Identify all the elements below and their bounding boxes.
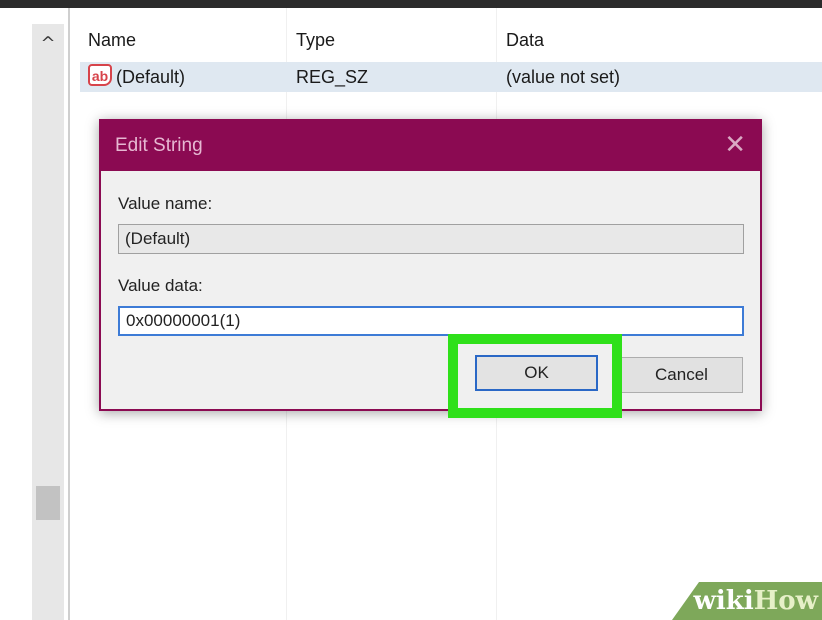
tree-pane: ^ bbox=[0, 8, 72, 620]
scroll-thumb[interactable] bbox=[36, 486, 60, 520]
tree-scrollbar[interactable]: ^ bbox=[32, 24, 64, 620]
dialog-title: Edit String bbox=[115, 135, 203, 156]
watermark-wiki: wiki bbox=[693, 586, 754, 616]
string-value-icon: ab bbox=[88, 64, 112, 86]
cancel-button[interactable]: Cancel bbox=[620, 357, 743, 393]
row-data: (value not set) bbox=[506, 67, 621, 87]
value-data-input[interactable]: 0x00000001(1) bbox=[118, 306, 744, 336]
row-name: (Default) bbox=[116, 67, 186, 87]
pane-divider[interactable] bbox=[68, 8, 70, 620]
close-icon[interactable]: ✕ bbox=[724, 131, 746, 159]
value-name-label: Value name: bbox=[118, 194, 213, 213]
wikihow-watermark: wikiHow bbox=[662, 580, 822, 620]
column-header-data[interactable]: Data bbox=[506, 30, 544, 51]
column-header-name[interactable]: Name bbox=[88, 30, 136, 51]
watermark-how: How bbox=[753, 586, 818, 616]
list-row-default[interactable]: ab (Default) REG_SZ (value not set) bbox=[80, 62, 822, 92]
ok-button-highlight bbox=[448, 334, 622, 418]
dialog-title-bar[interactable]: Edit String ✕ bbox=[101, 121, 760, 171]
value-name-field: (Default) bbox=[118, 224, 744, 254]
watermark-text: wikiHow bbox=[694, 586, 818, 616]
edit-string-dialog: Edit String ✕ Value name: (Default) Valu… bbox=[99, 119, 762, 411]
column-header-type[interactable]: Type bbox=[296, 30, 335, 51]
list-header: Name Type Data bbox=[72, 22, 822, 62]
scroll-up-arrow-icon[interactable]: ^ bbox=[32, 30, 64, 58]
row-type: REG_SZ bbox=[296, 67, 369, 87]
value-data-label: Value data: bbox=[118, 276, 203, 295]
window-top-strip bbox=[0, 0, 822, 8]
